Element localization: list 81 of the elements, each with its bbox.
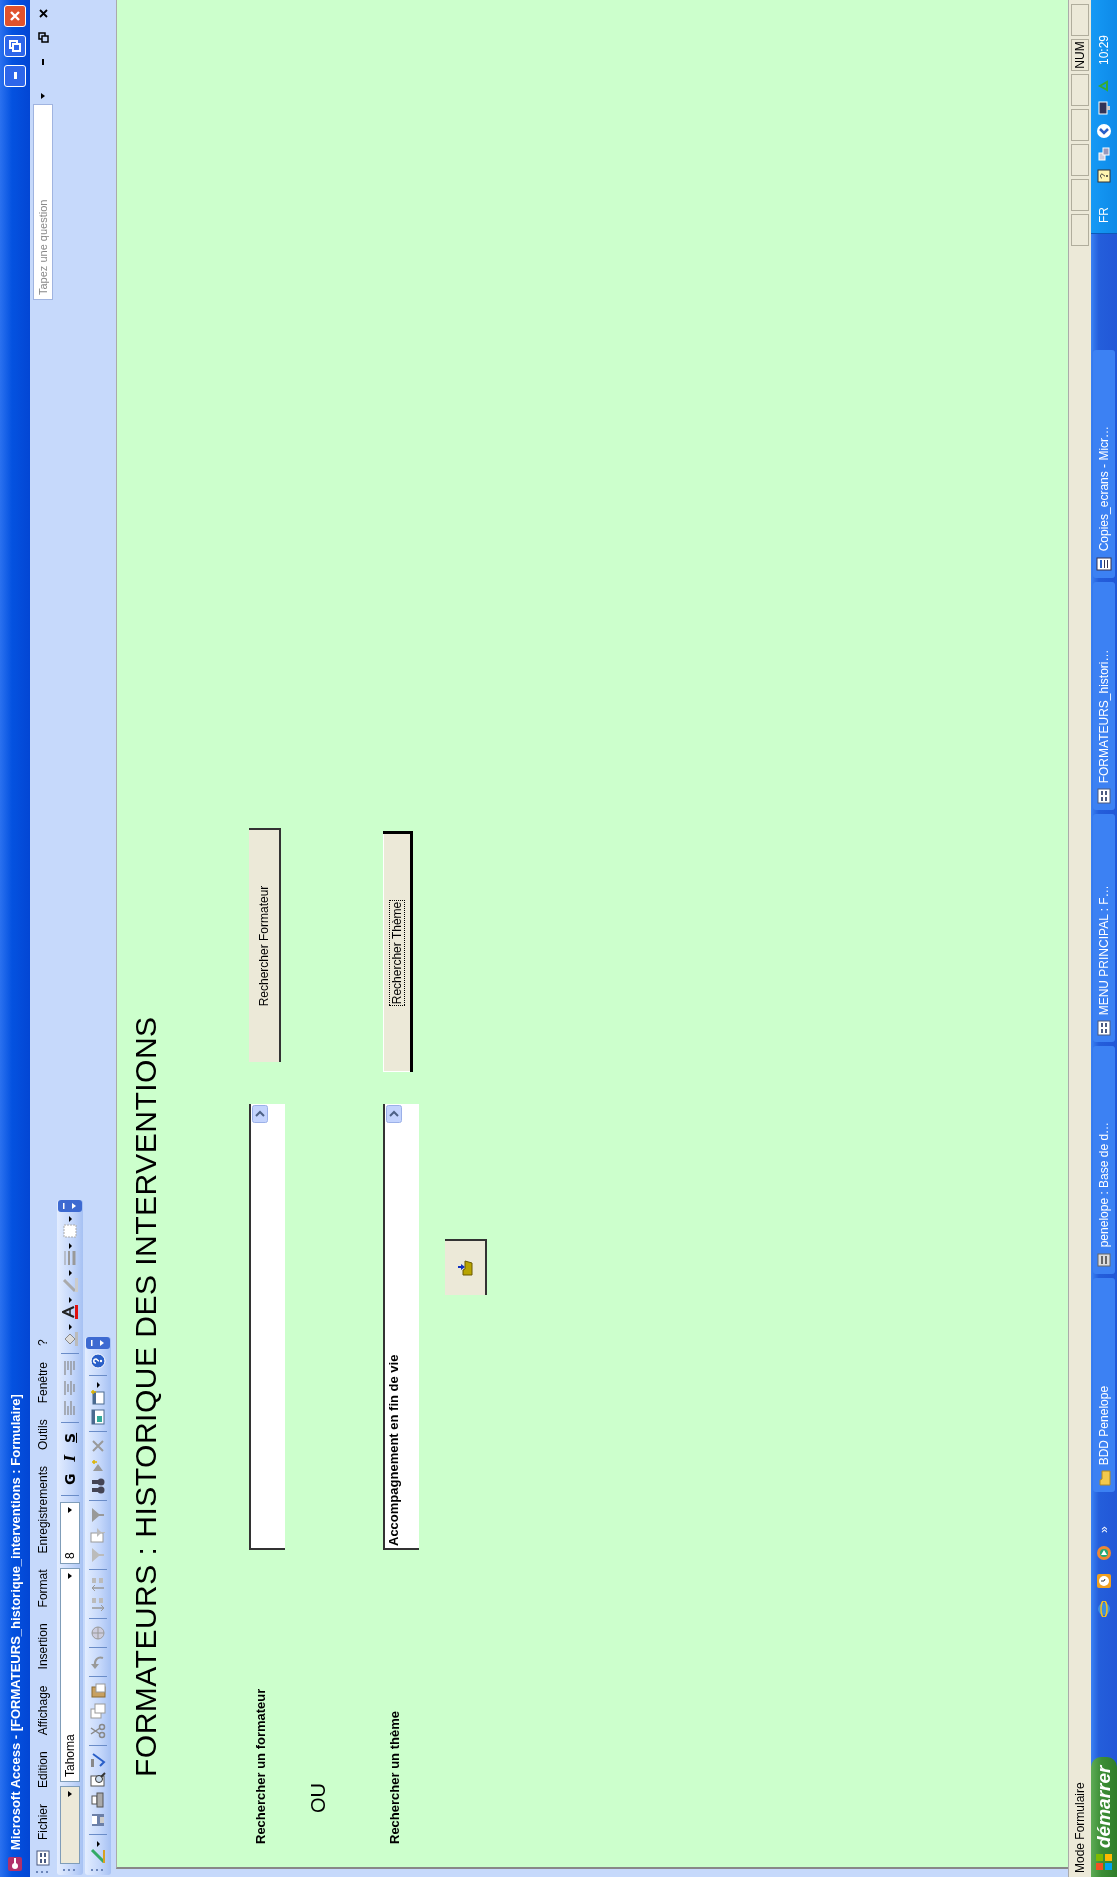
more-button[interactable]: » xyxy=(1097,1526,1111,1533)
font-color-icon[interactable] xyxy=(62,1303,78,1320)
status-panel xyxy=(1071,214,1089,246)
taskbar-button[interactable]: penelope : Base de d… xyxy=(1093,1046,1115,1275)
search-button[interactable]: Rechercher Formateur xyxy=(249,828,281,1062)
printer-icon[interactable] xyxy=(90,1792,106,1808)
minimize-icon xyxy=(13,72,17,80)
bold-button[interactable]: G xyxy=(62,1469,78,1489)
taskbar-button[interactable]: MENU PRINCIPAL : F… xyxy=(1093,814,1115,1043)
menu-item[interactable]: Enregistrements xyxy=(34,1460,52,1560)
separator-label: OU xyxy=(307,1783,330,1813)
monitor-icon[interactable] xyxy=(1097,101,1111,115)
font-dropdown[interactable]: Tahoma xyxy=(60,1568,80,1782)
size-dropdown[interactable]: 8 xyxy=(60,1502,80,1564)
dropdown-arrow-icon xyxy=(66,1572,74,1580)
dropdown-arrow-icon xyxy=(66,1790,74,1798)
import-button[interactable] xyxy=(445,1239,487,1295)
help-icon[interactable] xyxy=(1097,169,1111,183)
clock: 10:29 xyxy=(1097,34,1111,65)
taskbar-button[interactable]: FORMATEURS_histori… xyxy=(1093,582,1115,811)
database-icon xyxy=(1096,1252,1112,1269)
toolbar-options-icon[interactable] xyxy=(86,1337,110,1349)
start-button[interactable]: démarrer xyxy=(1091,1757,1117,1877)
network-icon[interactable] xyxy=(1097,147,1111,161)
field-label: Rechercher un formateur xyxy=(252,1687,268,1844)
windows-flag-icon xyxy=(1095,1853,1113,1871)
taskbar-button[interactable]: Copies_ecrans - Micr… xyxy=(1093,350,1115,579)
status-panel xyxy=(1071,109,1089,141)
status-panel xyxy=(1071,144,1089,176)
spellcheck-icon[interactable] xyxy=(90,1752,106,1768)
field-label: Rechercher un thème xyxy=(386,1710,402,1844)
italic-button[interactable]: I xyxy=(62,1450,78,1466)
clock-icon[interactable] xyxy=(1096,1573,1112,1589)
search-button[interactable]: Rechercher Thème xyxy=(383,831,413,1072)
form-icon xyxy=(35,1850,51,1866)
line-color-icon[interactable] xyxy=(62,1276,78,1293)
maximize-button[interactable] xyxy=(35,30,51,46)
menu-item[interactable]: Edition xyxy=(34,1745,52,1794)
menu-item[interactable]: Format xyxy=(34,1563,52,1614)
fill-color-icon[interactable] xyxy=(62,1330,78,1347)
key-icon xyxy=(7,1856,23,1872)
document-icon xyxy=(1096,556,1112,573)
status-panel xyxy=(1071,4,1089,36)
status-indicator: NUM xyxy=(1071,39,1089,71)
database-window-icon[interactable] xyxy=(90,1409,106,1425)
menu-item[interactable]: Affichage xyxy=(34,1679,52,1742)
underline-button[interactable]: S xyxy=(62,1428,78,1447)
menu-item[interactable]: Insertion xyxy=(34,1617,52,1676)
menu-item[interactable]: ? xyxy=(34,1333,52,1352)
form-icon xyxy=(1096,788,1112,805)
save-icon[interactable] xyxy=(90,1812,106,1828)
status-panel xyxy=(1071,179,1089,211)
taskbar-button[interactable]: BDD Penelope xyxy=(1093,1278,1115,1493)
folder-arrow-icon xyxy=(457,1260,473,1276)
dropdown-arrow-icon xyxy=(66,1506,74,1514)
toolbar-options-icon[interactable] xyxy=(58,1199,82,1212)
clipboard-icon[interactable] xyxy=(90,1683,106,1699)
menu-item[interactable]: Fichier xyxy=(34,1798,52,1846)
binoculars-icon[interactable] xyxy=(90,1478,106,1494)
question-field[interactable]: Tapez une question xyxy=(33,104,53,300)
media-icon[interactable] xyxy=(1096,1545,1112,1561)
form-icon xyxy=(1096,1020,1112,1037)
search-combo-box[interactable]: Accompagnement en fin de vie xyxy=(383,1104,419,1550)
menu-item[interactable]: Outils xyxy=(34,1413,52,1457)
close-icon xyxy=(37,8,49,20)
restore-icon xyxy=(8,39,22,53)
globe-icon[interactable] xyxy=(1096,1601,1112,1617)
status-text: Mode Formulaire xyxy=(1073,1782,1087,1873)
status-panel xyxy=(1071,74,1089,106)
window-title: Microsoft Access - [FORMATEURS_historique_interventions : Formulaire] xyxy=(7,1394,23,1850)
print-preview-icon[interactable] xyxy=(90,1772,106,1788)
dropdown-arrow-icon xyxy=(39,92,47,100)
search-combo-box[interactable] xyxy=(249,1104,285,1550)
restore-icon xyxy=(37,32,49,44)
menu-item[interactable]: Fenêtre xyxy=(34,1356,52,1410)
new-object-icon[interactable] xyxy=(90,1389,106,1405)
close-icon xyxy=(8,9,22,23)
folder-icon xyxy=(1096,1470,1112,1487)
scissors-icon[interactable] xyxy=(90,1723,106,1739)
minimize-icon xyxy=(42,59,44,65)
form-title: FORMATEURS : HISTORIQUE DES INTERVENTIONS xyxy=(129,1016,163,1777)
